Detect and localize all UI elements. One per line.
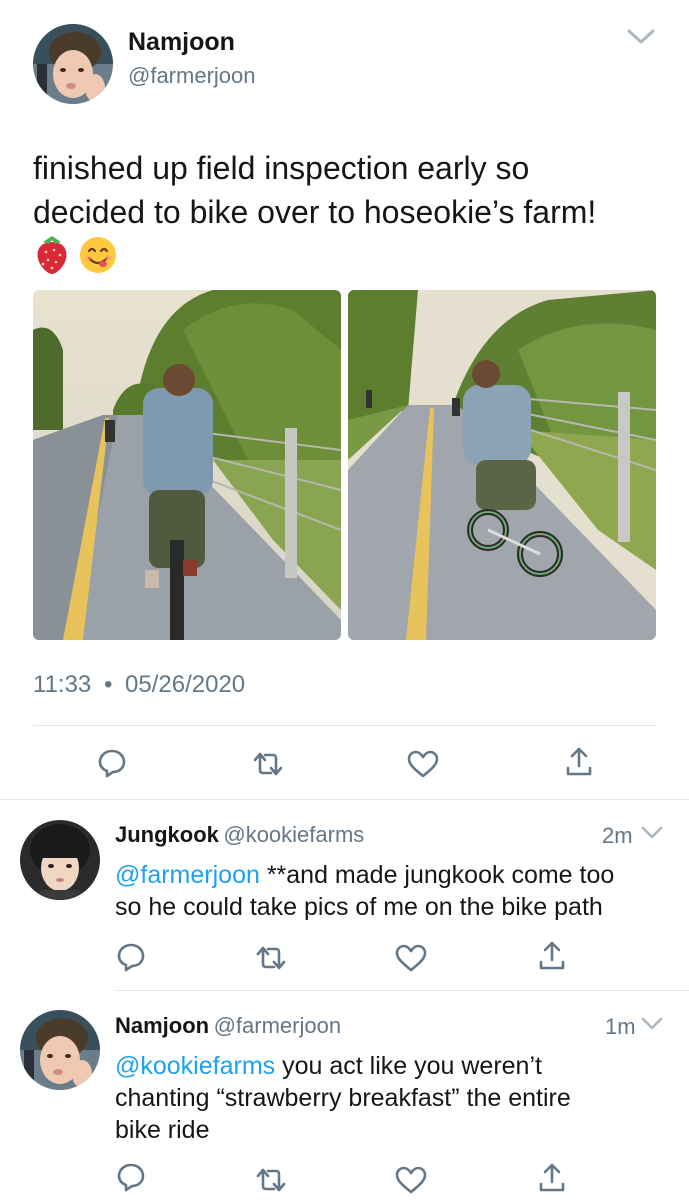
tweet-text-line-1: finished up field inspection early so [33,150,530,186]
reply-icon[interactable] [116,942,146,972]
tweet-time: 11:33 [33,671,92,698]
reply-2-author-name[interactable]: Namjoon [115,1013,209,1038]
chevron-down-icon[interactable] [641,826,663,840]
reply-icon[interactable] [116,1162,146,1192]
heart-icon[interactable] [395,944,427,972]
share-icon[interactable] [565,746,593,778]
tweet-emojis [33,234,123,276]
divider-before-replies [0,799,689,800]
reply-2-avatar[interactable] [20,1010,100,1090]
reply-2-text-line-3: bike ride [115,1116,210,1144]
retweet-icon[interactable] [251,750,285,778]
tweet-photo-2[interactable] [348,290,656,640]
reply-2-header: Namjoon @farmerjoon [115,1013,341,1039]
main-author-handle[interactable]: @farmerjoon [128,63,256,89]
main-author-avatar[interactable] [33,24,113,104]
yum-face-emoji-icon [79,236,117,279]
reply-1-author-handle[interactable]: @kookiefarms [223,822,364,847]
tweet-date: 05/26/2020 [125,671,246,698]
reply-1-text: @farmerjoon **and made jungkook come too… [115,859,675,923]
reply-icon[interactable] [97,748,127,778]
retweet-icon[interactable] [254,1166,288,1194]
reply-1-avatar[interactable] [20,820,100,900]
divider-between-replies [115,990,689,991]
tweet-timestamp: 11:33 • 05/26/2020 [33,671,245,699]
retweet-icon[interactable] [254,944,288,972]
strawberry-emoji-icon [33,234,71,279]
share-icon[interactable] [538,1162,566,1194]
reply-2-text-line-2: chanting “strawberry breakfast” the enti… [115,1084,571,1112]
heart-icon[interactable] [395,1166,427,1194]
reply-2-mention[interactable]: @kookiefarms [115,1052,275,1080]
reply-2-time: 1m [605,1014,636,1039]
reply-1-mention[interactable]: @farmerjoon [115,861,260,889]
tweet-text-line-2: decided to bike over to hoseokie’s farm! [33,194,597,230]
divider-main-meta [33,725,656,726]
reply-2-author-handle[interactable]: @farmerjoon [214,1013,342,1038]
tweet-photo-1[interactable] [33,290,341,640]
reply-1-text-line-1: **and made jungkook come too [259,861,615,889]
chevron-down-icon[interactable] [626,28,656,46]
reply-1-header: Jungkook @kookiefarms [115,822,364,848]
chevron-down-icon[interactable] [641,1017,663,1031]
reply-1-author-name[interactable]: Jungkook [115,822,219,847]
reply-2-text: @kookiefarms you act like you weren’t ch… [115,1050,675,1146]
reply-1-time: 2m [602,823,633,848]
main-author-name[interactable]: Namjoon [128,28,235,57]
reply-2-text-line-1: you act like you weren’t [275,1052,542,1080]
share-icon[interactable] [538,940,566,972]
timestamp-separator: • [103,671,113,698]
reply-1-text-line-2: so he could take pics of me on the bike … [115,893,603,921]
heart-icon[interactable] [407,750,439,778]
